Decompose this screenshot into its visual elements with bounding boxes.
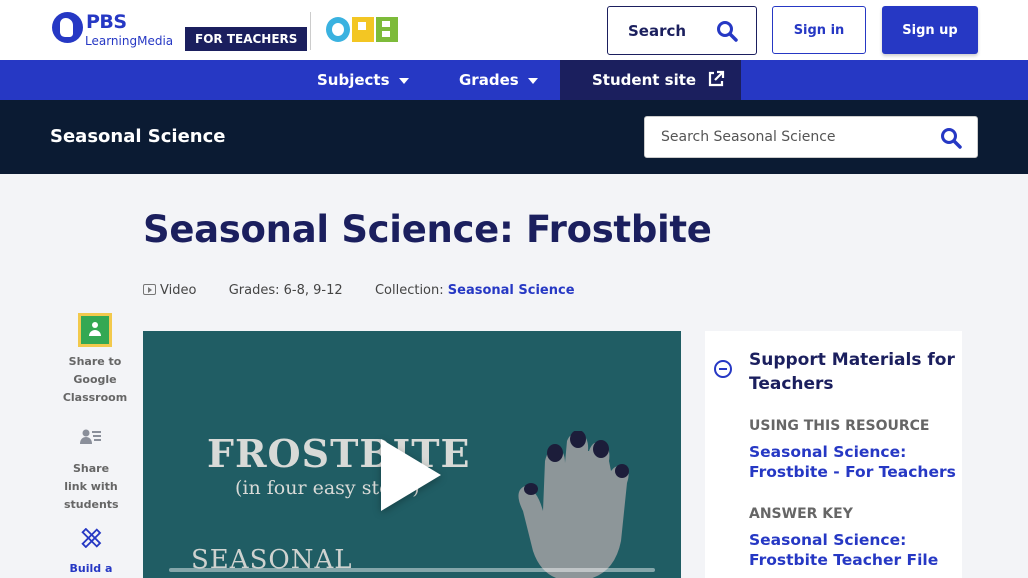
resource-meta: Video Grades: 6-8, 9-12 Collection: Seas… <box>143 283 575 298</box>
collection-link[interactable]: Seasonal Science <box>448 283 575 298</box>
search-button[interactable]: Search <box>607 6 757 55</box>
sign-in-button[interactable]: Sign in <box>772 6 866 54</box>
build-lesson[interactable]: Build a <box>56 527 126 578</box>
using-resource-label: USING THIS RESOURCE <box>749 418 930 434</box>
caret-down-icon <box>527 77 538 84</box>
site-header: PBS LearningMedia FOR TEACHERS Search Si… <box>0 0 1028 60</box>
nav-student-site[interactable]: Student site <box>560 60 741 100</box>
play-icon[interactable] <box>381 439 441 511</box>
for-teachers-link[interactable]: Seasonal Science: Frostbite - For Teache… <box>749 442 959 482</box>
header-divider <box>310 12 311 50</box>
pbs-head-icon <box>52 12 83 43</box>
share-link-students[interactable]: Share link with students <box>56 428 126 514</box>
answer-key-label: ANSWER KEY <box>749 506 853 522</box>
grades-label: Grades: <box>228 283 280 298</box>
for-teachers-badge: FOR TEACHERS <box>185 27 308 51</box>
nav-grades[interactable]: Grades <box>459 60 538 100</box>
external-link-icon <box>709 70 725 87</box>
search-button-label: Search <box>628 21 687 40</box>
google-classroom-icon <box>78 313 112 347</box>
grades-value: 6-8, 9-12 <box>283 283 343 298</box>
share-students-icon <box>80 429 101 444</box>
hand-illustration <box>518 431 629 578</box>
support-materials-title[interactable]: Support Materials for Teachers <box>749 348 959 396</box>
support-materials-panel: Support Materials for Teachers USING THI… <box>705 331 962 578</box>
logo-pbs-text: PBS <box>86 11 127 33</box>
share-google-classroom[interactable]: Share to Google Classroom <box>60 313 130 407</box>
nav-grades-label: Grades <box>459 71 519 89</box>
share-link-students-label: Share link with students <box>64 462 119 511</box>
collection-title[interactable]: Seasonal Science <box>50 126 226 147</box>
nav-student-site-label: Student site <box>592 71 697 89</box>
search-icon <box>717 21 738 42</box>
teacher-file-link[interactable]: Seasonal Science: Frostbite Teacher File <box>749 530 959 570</box>
main-nav: Subjects Grades Student site <box>0 60 1028 100</box>
resource-type: Video <box>160 283 197 298</box>
share-google-classroom-label: Share to Google Classroom <box>62 355 128 404</box>
video-icon <box>143 284 156 295</box>
collection-label: Collection: <box>374 283 444 298</box>
pbs-learningmedia-logo[interactable]: PBS LearningMedia <box>52 11 176 50</box>
page-title: Seasonal Science: Frostbite <box>143 208 712 251</box>
opb-logo[interactable] <box>326 17 400 42</box>
pencil-ruler-icon <box>81 527 102 549</box>
video-player[interactable]: FROSTBITE (in four easy steps) SEASONAL <box>143 331 681 578</box>
caret-down-icon <box>398 77 409 84</box>
search-icon[interactable] <box>940 127 962 149</box>
logo-learningmedia-text: LearningMedia <box>85 34 174 48</box>
sign-up-button[interactable]: Sign up <box>882 6 978 54</box>
collapse-icon[interactable] <box>714 360 732 378</box>
collection-search-input[interactable] <box>644 116 978 158</box>
collection-bar: Seasonal Science <box>0 100 1028 174</box>
nav-subjects[interactable]: Subjects <box>317 60 409 100</box>
build-lesson-label: Build a <box>69 562 113 575</box>
nav-subjects-label: Subjects <box>317 71 390 89</box>
video-progress-bar[interactable] <box>169 568 655 572</box>
